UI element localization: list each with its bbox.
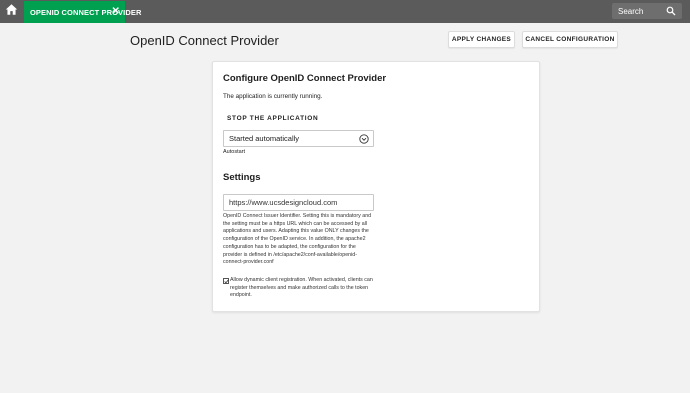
checkmark-icon (224, 279, 229, 284)
search-input[interactable]: Search (612, 3, 682, 19)
stop-application-heading: STOP THE APPLICATION (227, 115, 319, 122)
tab-label: OPENID CONNECT PROVIDER (30, 7, 142, 17)
card-title: Configure OpenID Connect Provider (223, 73, 387, 84)
close-icon[interactable]: ✕ (112, 6, 120, 17)
search-icon[interactable] (666, 6, 676, 16)
home-icon (5, 3, 18, 21)
configure-card: Configure OpenID Connect Provider The ap… (212, 61, 540, 312)
page-title: OpenID Connect Provider (130, 33, 279, 48)
autostart-select[interactable]: Started automatically (223, 130, 374, 147)
dynamic-registration-label: Allow dynamic client registration. When … (230, 277, 373, 299)
settings-heading: Settings (223, 172, 261, 183)
home-button[interactable] (0, 0, 23, 23)
apply-changes-button[interactable]: APPLY CHANGES (448, 31, 515, 48)
issuer-url-input[interactable] (223, 194, 374, 211)
autostart-value: Started automatically (229, 134, 300, 143)
issuer-help-text: OpenID Connect Issuer Identifier. Settin… (223, 213, 372, 266)
chevron-down-icon[interactable] (359, 134, 369, 144)
top-bar: OPENID CONNECT PROVIDER ✕ Search (0, 0, 690, 23)
dynamic-registration-checkbox[interactable] (223, 278, 229, 284)
search-placeholder: Search (618, 6, 644, 16)
tab-openid-connect-provider[interactable]: OPENID CONNECT PROVIDER ✕ (24, 1, 141, 23)
cancel-configuration-button[interactable]: CANCEL CONFIGURATION (522, 31, 618, 48)
autostart-label: Autostart (223, 149, 246, 155)
status-text: The application is currently running. (223, 93, 323, 100)
